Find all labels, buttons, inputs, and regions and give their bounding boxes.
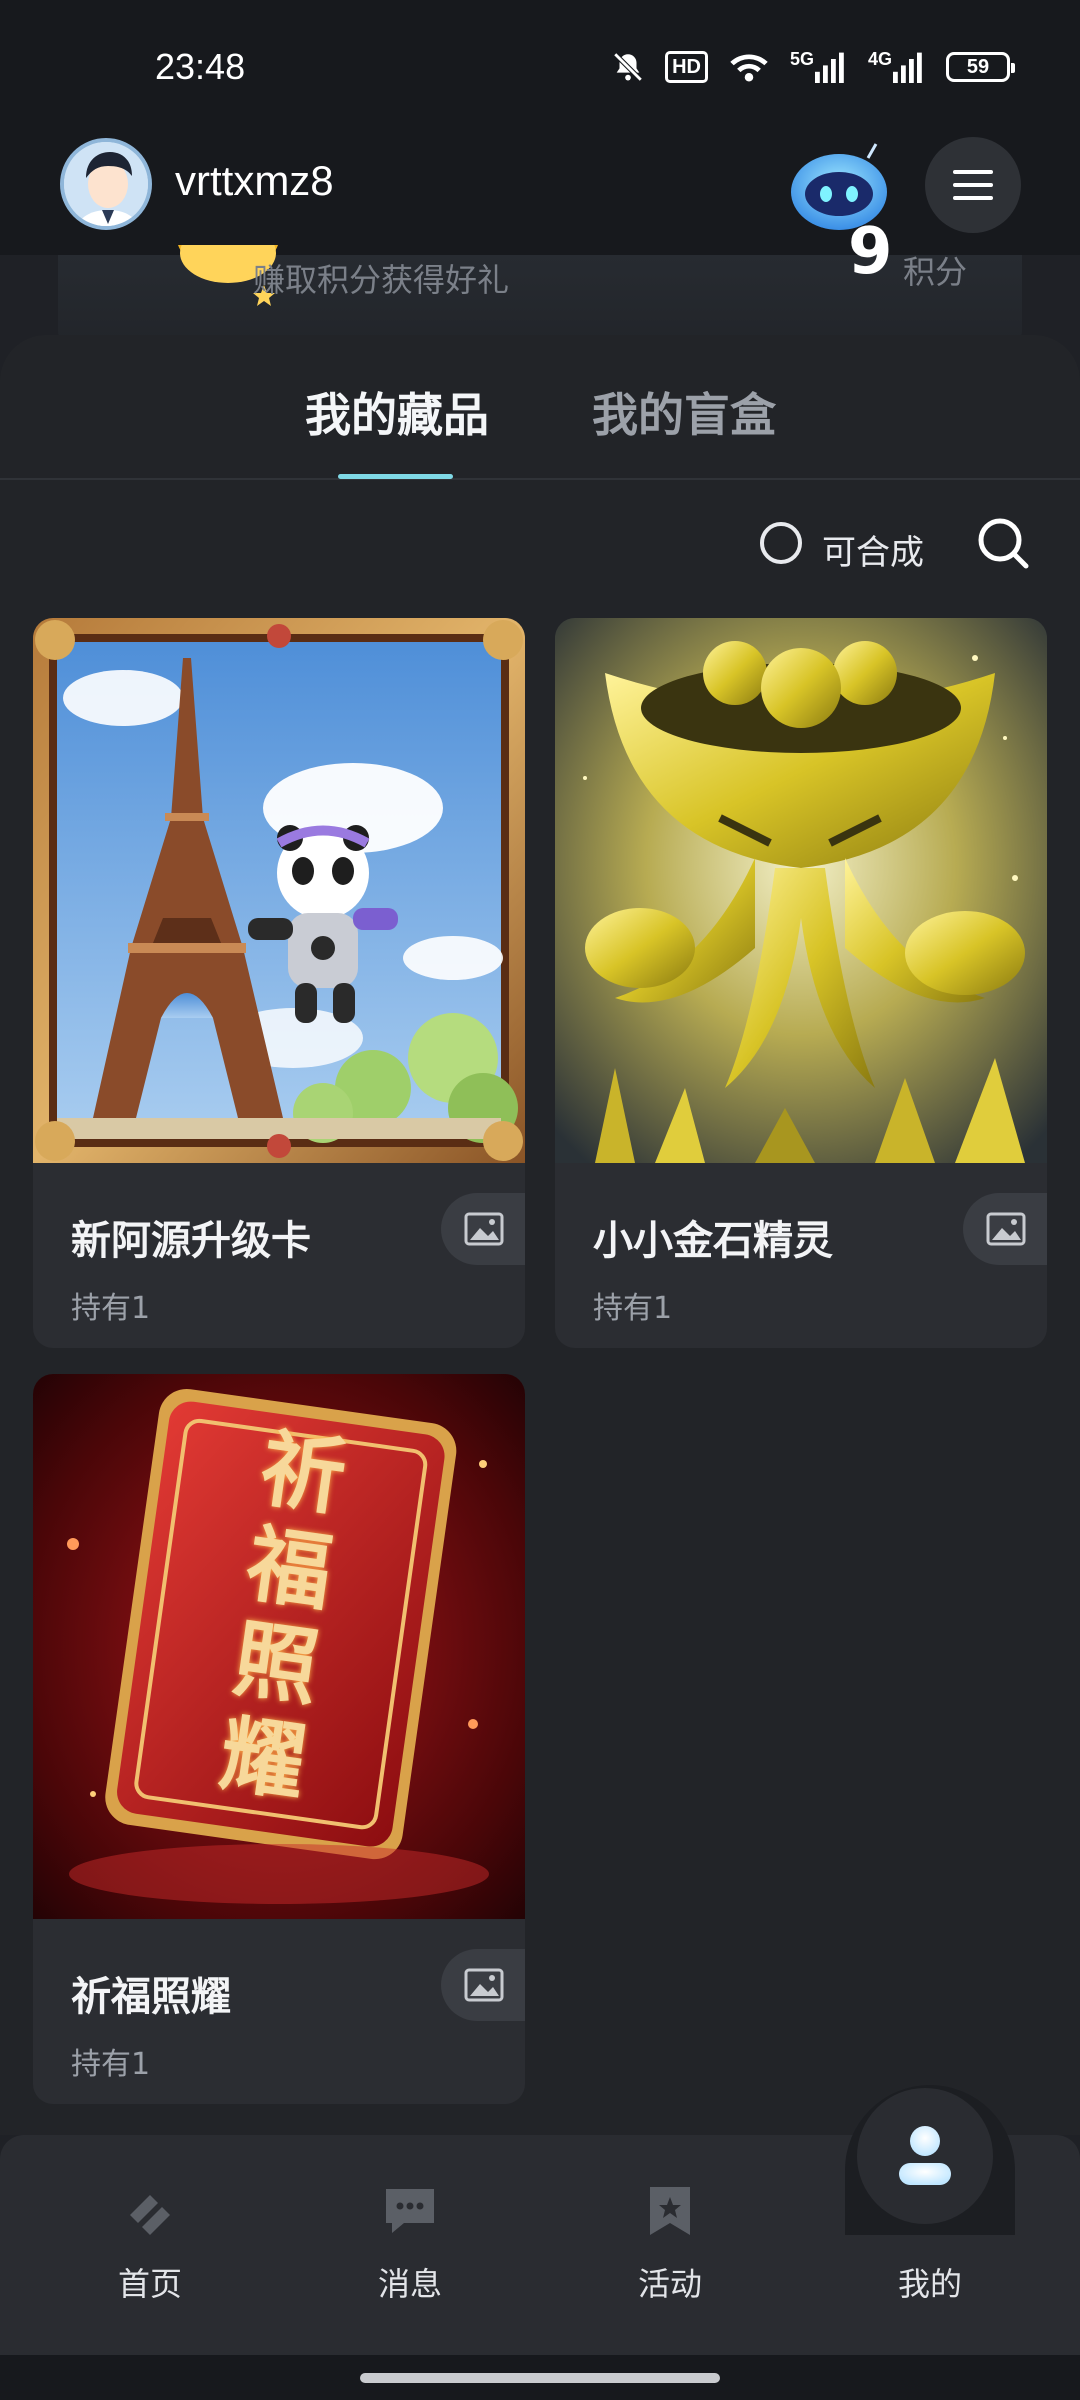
card-image-golden-creature xyxy=(555,618,1047,1163)
view-image-button[interactable] xyxy=(441,1193,525,1265)
card-held-count: 持有1 xyxy=(593,1291,673,1326)
view-image-button[interactable] xyxy=(963,1193,1047,1265)
view-image-button[interactable] xyxy=(441,1949,525,2021)
tab-my-blind-box[interactable]: 我的盲盒 xyxy=(592,379,776,445)
username: vrttxmz8 xyxy=(175,157,334,204)
synthesizable-radio[interactable] xyxy=(760,522,802,564)
status-time: 23:48 xyxy=(155,46,246,87)
home-icon xyxy=(130,2195,170,2235)
gesture-bar xyxy=(0,2355,1080,2400)
battery-icon: 59 xyxy=(946,52,1015,82)
avatar[interactable] xyxy=(60,138,152,230)
app-header: vrttxmz8 xyxy=(0,115,1080,255)
message-icon xyxy=(386,2189,434,2233)
card-title: 小小金石精灵 xyxy=(593,1218,833,1264)
signal-4g-icon: 4G xyxy=(867,48,926,83)
collection-panel: 我的藏品 我的盲盒 可合成 新阿源升级卡 持有1 小小金石精灵 持有1 祈 福 … xyxy=(0,335,1080,2135)
card-art-char: 福 xyxy=(241,1513,339,1623)
net-5g-label: 5G xyxy=(789,48,814,69)
nav-label-messages: 消息 xyxy=(377,2265,442,2303)
nav-label-home: 首页 xyxy=(117,2265,182,2303)
points-unit: 积分 xyxy=(903,253,968,291)
status-icons: HD 5G 4G 59 xyxy=(611,48,1015,84)
collection-card[interactable]: 新阿源升级卡 持有1 xyxy=(33,618,525,1348)
bookmark-star-icon xyxy=(650,2187,690,2235)
card-art-char: 耀 xyxy=(214,1703,312,1813)
collection-card[interactable]: 祈 福 照 耀 祈福照耀 持有1 xyxy=(33,1374,525,2104)
card-image-red-blessing-card: 祈 福 照 耀 xyxy=(33,1374,525,1919)
nav-item-home[interactable]: 首页 xyxy=(50,2185,250,2305)
net-4g-label: 4G xyxy=(867,48,892,69)
bell-off-icon xyxy=(611,50,645,84)
signal-5g-icon: 5G xyxy=(789,48,848,83)
image-icon xyxy=(464,1968,504,2002)
home-indicator[interactable] xyxy=(360,2373,720,2383)
card-held-count: 持有1 xyxy=(71,2047,151,2082)
nav-item-messages[interactable]: 消息 xyxy=(310,2185,510,2305)
card-art-char: 祈 xyxy=(254,1418,352,1528)
card-title: 祈福照耀 xyxy=(71,1974,231,2020)
nav-label-activities: 活动 xyxy=(637,2265,702,2303)
hd-icon: HD xyxy=(665,51,708,83)
status-bar: 23:48 HD 5G 4G 59 xyxy=(0,0,1080,115)
search-icon[interactable] xyxy=(975,515,1031,571)
image-icon xyxy=(986,1212,1026,1246)
filter-row: 可合成 xyxy=(0,515,1080,595)
points-banner[interactable]: 赚取积分获得好礼 9 积分 xyxy=(58,215,1022,345)
collection-card[interactable]: 小小金石精灵 持有1 xyxy=(555,618,1047,1348)
user-icon xyxy=(899,2126,951,2185)
card-image-eiffel-panda xyxy=(33,618,525,1163)
wifi-icon xyxy=(728,50,770,84)
nav-me-button[interactable] xyxy=(857,2088,993,2224)
tab-my-collection[interactable]: 我的藏品 xyxy=(305,379,489,445)
tab-bar: 我的藏品 我的盲盒 xyxy=(0,335,1080,480)
points-value: 9 xyxy=(848,215,893,289)
synthesizable-label[interactable]: 可合成 xyxy=(822,525,924,574)
menu-button[interactable] xyxy=(925,137,1021,233)
card-title: 新阿源升级卡 xyxy=(71,1218,311,1264)
tab-active-indicator xyxy=(338,474,453,479)
nav-item-activities[interactable]: 活动 xyxy=(570,2185,770,2305)
card-held-count: 持有1 xyxy=(71,1291,151,1326)
hamburger-icon xyxy=(953,170,993,200)
card-art-char: 照 xyxy=(227,1608,325,1718)
points-banner-subtitle: 赚取积分获得好礼 xyxy=(253,261,510,299)
nav-label-me: 我的 xyxy=(897,2265,962,2303)
image-icon xyxy=(464,1212,504,1246)
